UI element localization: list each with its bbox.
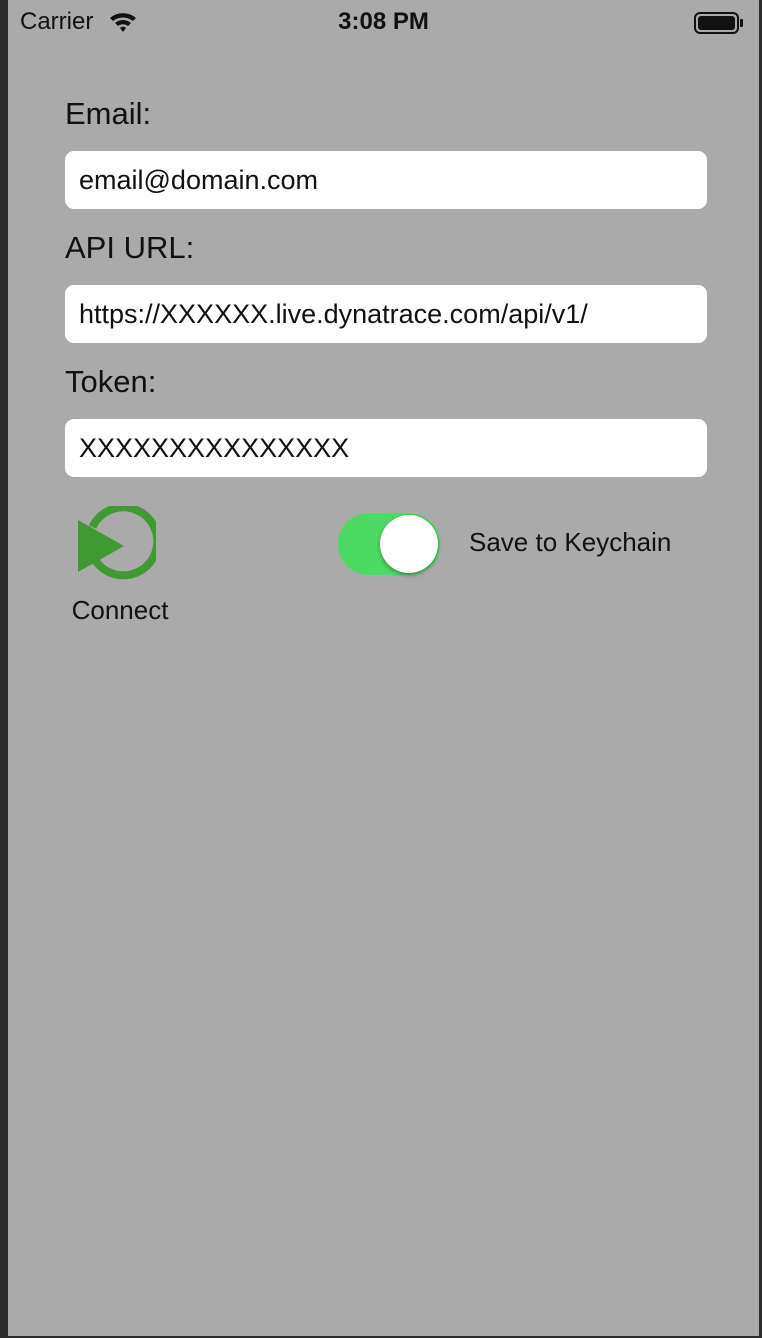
save-to-keychain-label: Save to Keychain <box>469 527 672 557</box>
email-field[interactable]: email@domain.com <box>65 151 707 209</box>
status-time: 3:08 PM <box>338 8 429 35</box>
connect-button[interactable]: Connect <box>58 500 186 632</box>
app-screen: Carrier 3:08 PM Email: email@domain.com … <box>8 0 759 1336</box>
toggle-knob[interactable] <box>380 515 438 573</box>
token-label: Token: <box>65 364 157 399</box>
api-url-label: API URL: <box>65 230 195 265</box>
battery-icon <box>694 12 743 34</box>
status-bar: Carrier 3:08 PM <box>8 0 759 46</box>
connect-label: Connect <box>71 595 169 625</box>
email-label: Email: <box>65 96 152 131</box>
save-to-keychain-toggle[interactable] <box>338 513 440 575</box>
token-field[interactable]: XXXXXXXXXXXXXXX <box>65 419 707 477</box>
play-circle-icon <box>78 506 156 580</box>
api-url-field[interactable]: https://XXXXXX.live.dynatrace.com/api/v1… <box>65 285 707 343</box>
